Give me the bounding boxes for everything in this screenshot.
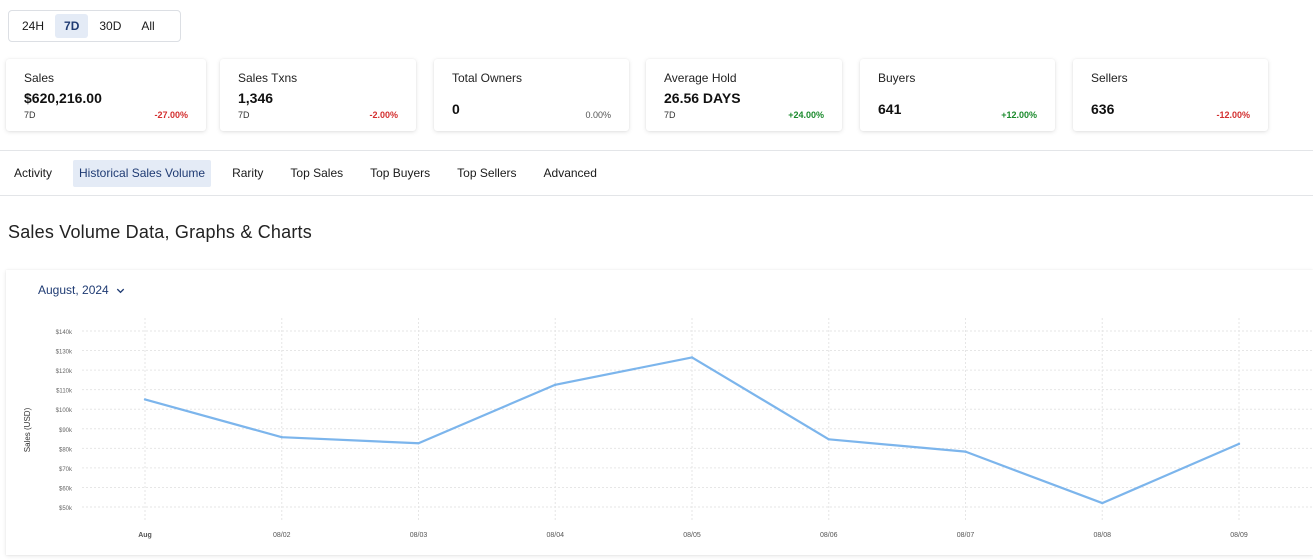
y-axis-label: Sales (USD) <box>23 407 32 452</box>
data-point <box>1237 442 1241 446</box>
x-tick-label: 08/08 <box>1093 532 1111 539</box>
stat-period: 7D <box>24 110 36 120</box>
stat-card-buyers: Buyers 641 +12.00% <box>860 59 1055 131</box>
range-button-30d[interactable]: 30D <box>90 14 130 38</box>
x-tick-label: 08/04 <box>546 532 564 539</box>
data-point <box>417 442 420 445</box>
stat-period: 7D <box>238 110 250 120</box>
tab-advanced[interactable]: Advanced <box>538 160 603 187</box>
time-range-selector: 24H 7D 30D All <box>8 10 181 42</box>
chart-card: August, 2024 $50k $60k $70k $80k $90k $100k $1… <box>6 270 1313 555</box>
y-tick-label: $140k <box>56 330 73 336</box>
data-point <box>690 356 694 359</box>
x-tick-label: 08/02 <box>273 532 291 539</box>
y-tick-label: $50k <box>59 506 73 512</box>
data-point <box>1101 501 1104 505</box>
data-point <box>143 398 147 401</box>
tab-bar: Activity Historical Sales Volume Rarity Top… <box>8 159 618 187</box>
x-tick-label: 08/06 <box>820 532 838 539</box>
stat-change: +12.00% <box>1001 110 1037 120</box>
data-point <box>827 438 830 441</box>
data-point <box>554 383 557 386</box>
y-tick-label: $120k <box>56 369 73 375</box>
tab-top-sales[interactable]: Top Sales <box>284 160 349 187</box>
stat-label: Sales <box>24 71 55 85</box>
stat-card-sales-txns: Sales Txns 1,346 7D -2.00% <box>220 59 416 131</box>
stat-card-average-hold: Average Hold 26.56 DAYS 7D +24.00% <box>646 59 842 131</box>
stat-label: Sellers <box>1091 71 1128 85</box>
x-tick-label: 08/07 <box>957 532 975 539</box>
stat-card-sales: Sales $620,216.00 7D -27.00% <box>6 59 206 131</box>
y-tick-label: $60k <box>59 486 73 492</box>
stat-change: -12.00% <box>1216 110 1250 120</box>
tab-top-sellers[interactable]: Top Sellers <box>451 160 522 187</box>
data-point <box>964 450 967 453</box>
tab-activity[interactable]: Activity <box>8 160 58 187</box>
stat-card-total-owners: Total Owners 0 0.00% <box>434 59 629 131</box>
y-tick-label: $110k <box>56 389 73 395</box>
section-title: Sales Volume Data, Graphs & Charts <box>8 222 312 242</box>
stat-label: Sales Txns <box>238 71 298 85</box>
stat-change: +24.00% <box>788 110 824 120</box>
stat-value: $620,216.00 <box>24 90 102 106</box>
x-tick-label: 08/05 <box>683 532 701 539</box>
data-point <box>280 435 283 439</box>
stat-change: -27.00% <box>154 110 188 120</box>
stat-label: Total Owners <box>452 71 523 85</box>
divider <box>0 150 1313 151</box>
x-tick-label: 08/03 <box>410 532 428 539</box>
stat-label: Average Hold <box>664 71 737 85</box>
x-tick-label: Aug <box>138 532 152 539</box>
y-tick-label: $130k <box>56 350 73 356</box>
y-tick-label: $90k <box>59 428 73 434</box>
tab-top-buyers[interactable]: Top Buyers <box>364 160 436 187</box>
stat-period: 7D <box>664 110 676 120</box>
y-tick-label: $100k <box>56 408 73 414</box>
sales-volume-chart: $50k $60k $70k $80k $90k $100k $110k $120k $130k… <box>23 318 1313 539</box>
range-button-24h[interactable]: 24H <box>13 14 53 38</box>
y-tick-label: $70k <box>59 467 73 473</box>
range-button-7d[interactable]: 7D <box>55 14 89 38</box>
range-button-all[interactable]: All <box>132 14 163 38</box>
stat-value: 1,346 <box>238 90 274 106</box>
tab-historical-sales-volume[interactable]: Historical Sales Volume <box>73 159 212 187</box>
stat-value: 26.56 DAYS <box>664 90 741 106</box>
stat-change: 0.00% <box>585 110 611 120</box>
divider <box>0 195 1313 196</box>
y-tick-label: $80k <box>59 447 73 453</box>
tab-rarity[interactable]: Rarity <box>226 160 269 187</box>
stat-label: Buyers <box>878 71 916 85</box>
stat-change: -2.00% <box>369 110 398 120</box>
x-tick-label: 08/09 <box>1230 532 1248 539</box>
stat-card-sellers: Sellers 636 -12.00% <box>1073 59 1268 131</box>
